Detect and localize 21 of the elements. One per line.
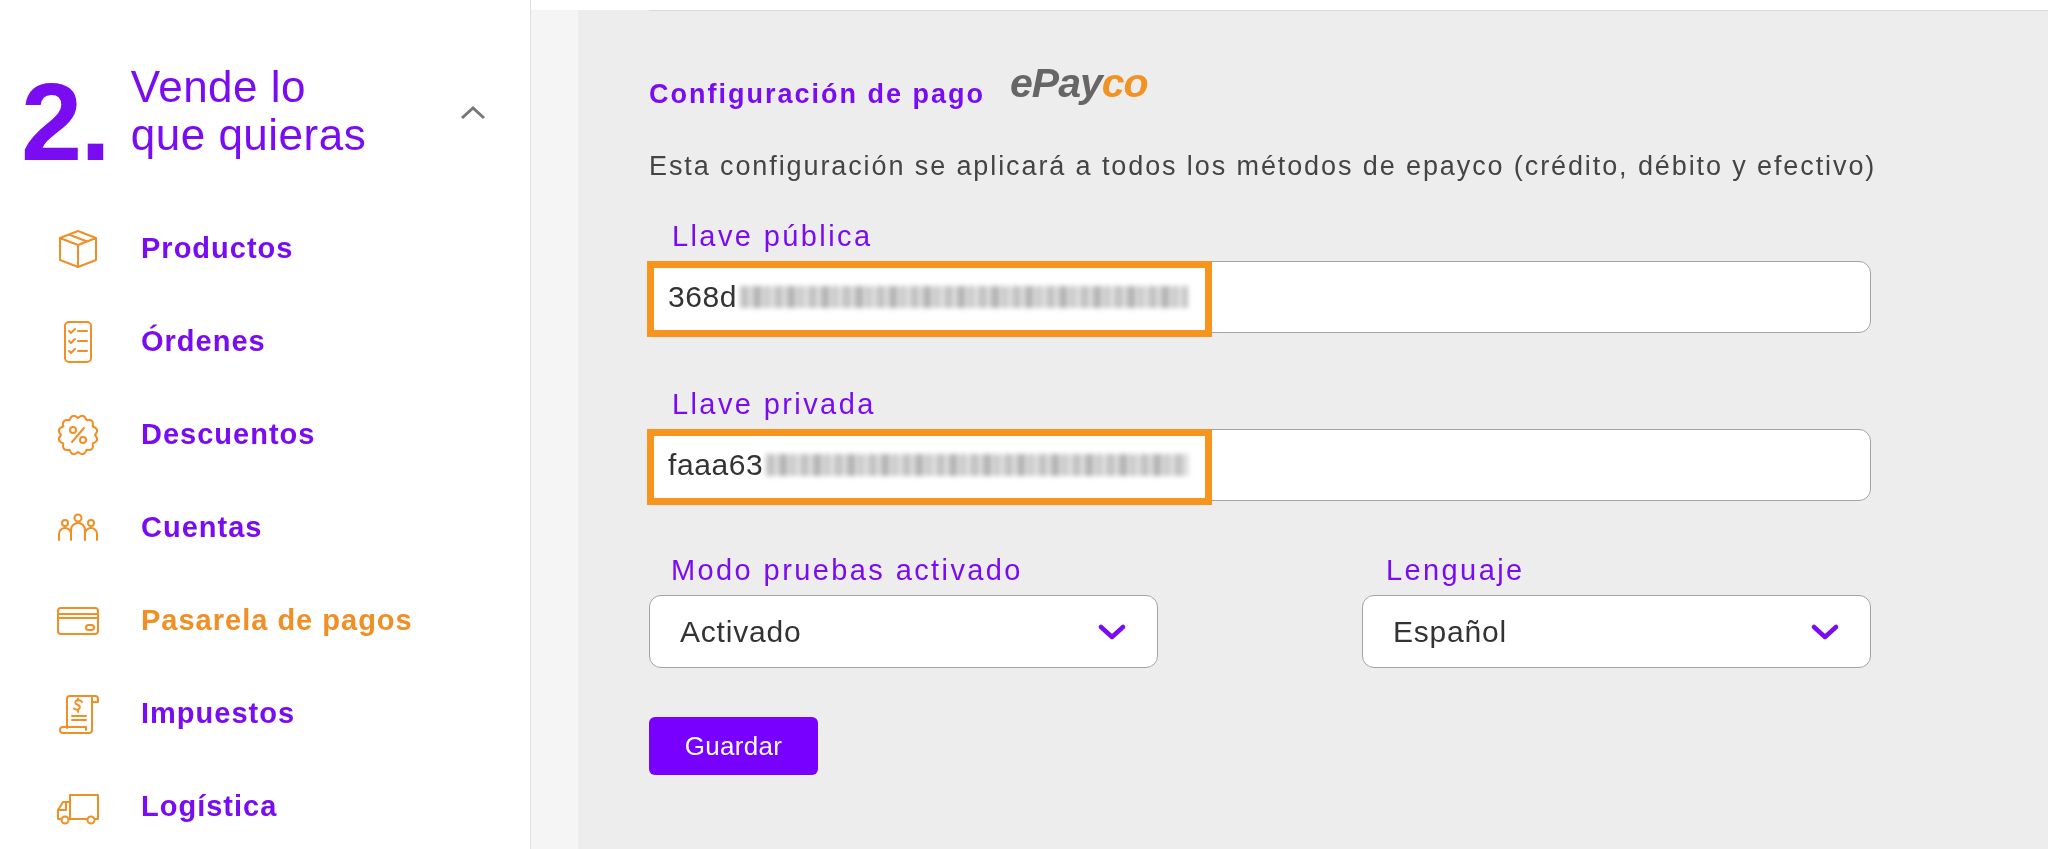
sidebar-item[interactable]: Impuestos xyxy=(54,689,296,738)
field-label: Lenguaje xyxy=(1386,554,1525,586)
field-label: Modo pruebas activado xyxy=(671,554,1023,586)
description-text: Esta configuración se aplicará a todos los métodos de epayco (crédito, débito y efectivo) xyxy=(649,151,1871,181)
sidebar-item[interactable]: Descuentos xyxy=(54,410,316,459)
payment-logo: ePayco xyxy=(1010,62,1148,104)
select-dropdown[interactable]: Español xyxy=(1362,595,1871,668)
field-label: Llave privada xyxy=(672,388,876,420)
step-number: 2. xyxy=(21,67,109,177)
section-heading: Configuración de pago xyxy=(649,78,985,110)
chevron-up-icon[interactable] xyxy=(460,105,486,120)
sidebar-item[interactable]: Cuentas xyxy=(54,503,263,552)
section-title: Vende lo que quieras xyxy=(130,63,368,159)
select-dropdown[interactable]: Activado xyxy=(649,595,1158,668)
sidebar-item[interactable]: Órdenes xyxy=(54,317,266,366)
chevron-down-icon xyxy=(1811,623,1839,640)
save-button[interactable]: Guardar xyxy=(649,717,818,775)
sidebar-item[interactable]: Productos xyxy=(54,224,294,273)
chevron-down-icon xyxy=(1098,623,1126,640)
field-label: Llave pública xyxy=(672,220,873,252)
sidebar-item[interactable]: Logística xyxy=(54,782,278,831)
